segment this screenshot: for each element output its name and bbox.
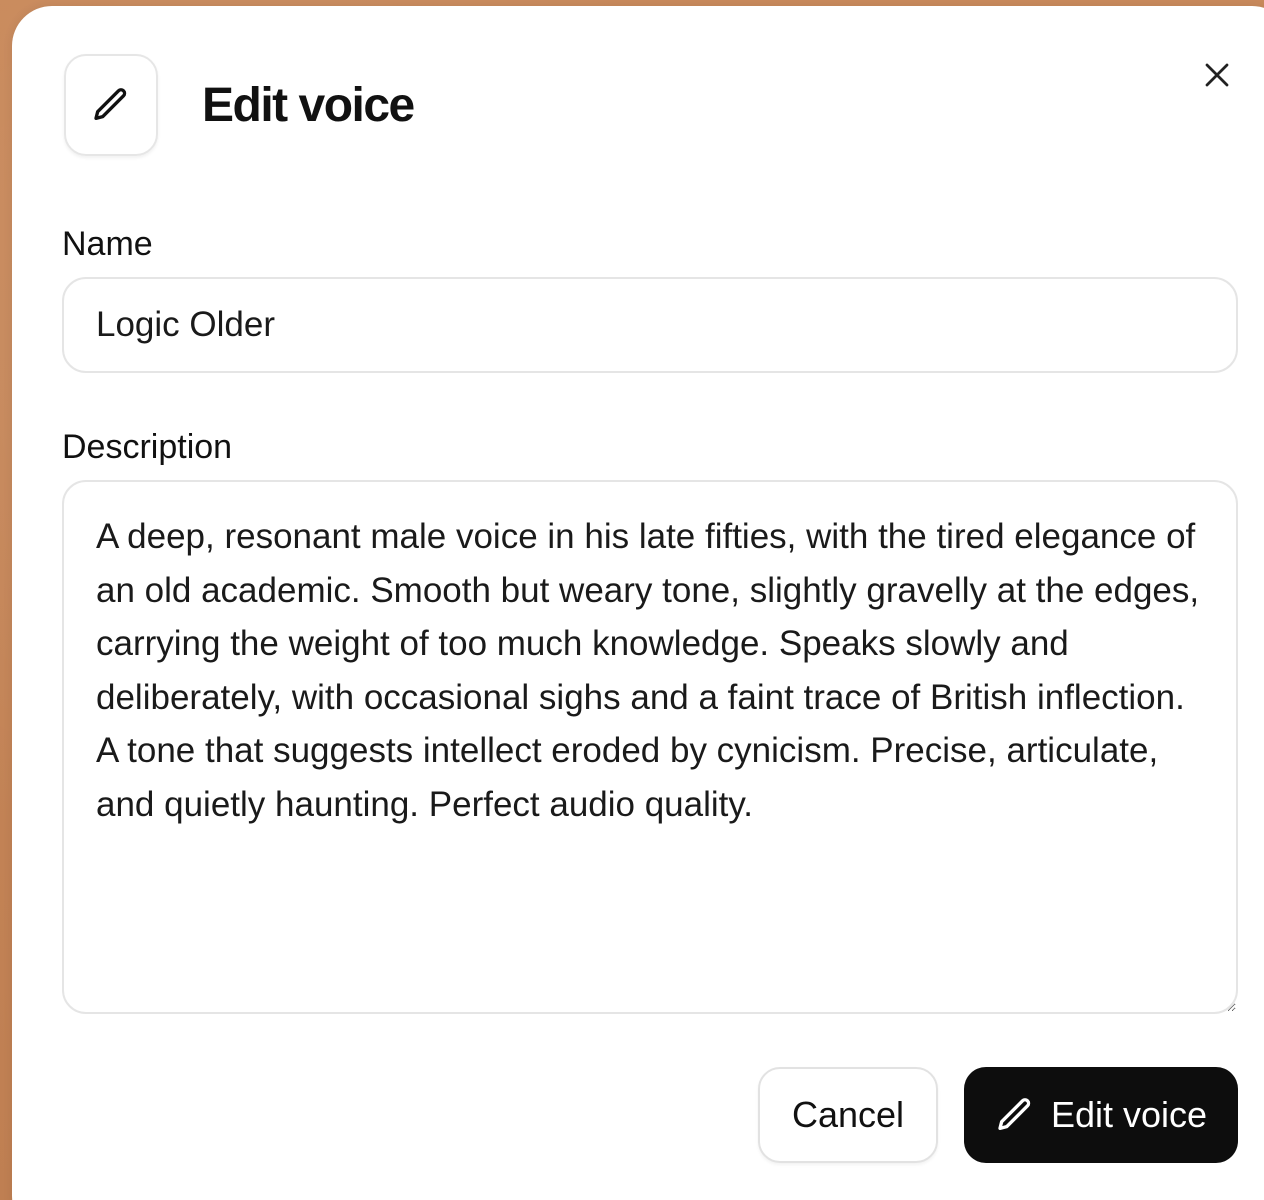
dialog-title: Edit voice — [202, 79, 415, 132]
description-label: Description — [62, 428, 233, 466]
name-label: Name — [62, 225, 153, 263]
edit-voice-button-label: Edit voice — [1050, 1094, 1208, 1135]
pencil-icon — [998, 1098, 1031, 1130]
close-button[interactable] — [1200, 58, 1234, 92]
cancel-button[interactable]: Cancel — [758, 1067, 938, 1163]
close-icon — [1205, 63, 1229, 87]
cancel-button-label: Cancel — [791, 1094, 905, 1135]
header-pencil-icon-box — [64, 54, 158, 156]
pencil-icon — [94, 88, 127, 121]
name-input[interactable] — [62, 277, 1238, 373]
description-textarea[interactable]: A deep, resonant male voice in his late … — [62, 480, 1238, 1014]
edit-voice-button[interactable]: Edit voice — [964, 1067, 1238, 1163]
edit-voice-dialog: Edit voice Name Description A deep, reso… — [12, 6, 1264, 1200]
